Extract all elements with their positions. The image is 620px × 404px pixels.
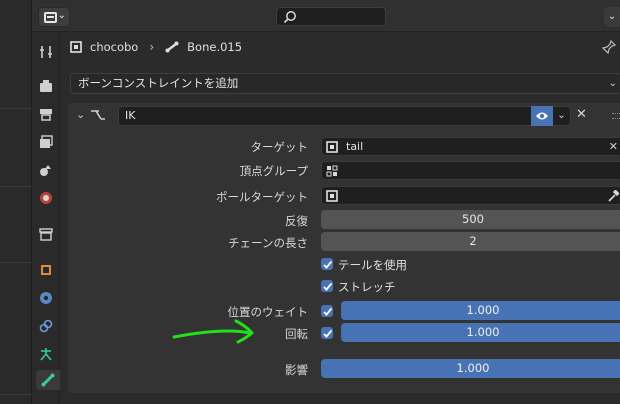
object-icon	[326, 190, 338, 202]
checkmark-icon	[322, 282, 332, 291]
constraint-name-text: IK	[125, 109, 136, 122]
armature-figure-icon	[40, 348, 52, 361]
add-bone-constraint-label: ボーンコンストレイントを追加	[78, 76, 239, 90]
ik-constraint-icon	[91, 110, 105, 120]
image-stack-icon	[40, 135, 53, 148]
render-tab[interactable]	[36, 76, 56, 96]
constraint-header: ⌄ IK ⌄ ✕	[68, 103, 620, 129]
globe-icon	[40, 192, 52, 204]
eyedropper-icon[interactable]	[607, 190, 619, 202]
checkmark-icon	[322, 329, 332, 338]
armature-tab[interactable]	[36, 344, 56, 364]
influence-label: 影響	[285, 363, 308, 377]
grid-line	[0, 262, 32, 263]
search-input[interactable]	[276, 7, 386, 26]
stretch-checkbox[interactable]	[321, 280, 333, 292]
pole-target-field[interactable]	[321, 186, 620, 205]
wrench-screwdriver-icon	[40, 46, 52, 58]
iterations-label: 反復	[285, 214, 308, 228]
object-square-icon	[41, 265, 51, 275]
chain-length-field[interactable]: 2	[321, 232, 620, 251]
object-tab[interactable]	[36, 260, 56, 280]
iterations-field[interactable]: 500	[321, 210, 620, 229]
use-tail-label: テールを使用	[338, 258, 407, 272]
constraint-menu-button[interactable]: ⌄	[553, 106, 571, 126]
chain-length-label: チェーンの長さ	[228, 236, 308, 250]
scene-tab[interactable]	[36, 160, 56, 180]
scene-icon	[40, 165, 51, 176]
properties-editor-icon	[44, 12, 57, 23]
rotation-label: 回転	[285, 327, 308, 341]
target-value: tail	[346, 140, 364, 153]
target-field[interactable]: tail ✕	[321, 137, 620, 156]
grid-line	[0, 394, 32, 395]
bone-icon	[165, 41, 179, 53]
constraint-name-field[interactable]: IK	[118, 106, 532, 126]
collection-tab[interactable]	[36, 224, 56, 244]
pin-icon[interactable]	[602, 40, 616, 54]
breadcrumb-object: chocobo	[90, 40, 139, 54]
pole-target-label: ポールターゲット	[216, 190, 308, 204]
position-weight-checkbox[interactable]	[321, 305, 333, 317]
bone-constraints-tab[interactable]	[36, 370, 60, 390]
properties-editor: ⌄ ⌄ chocobo › Bone.015 ボーンコンストレイントを追加 ⌄ …	[32, 0, 620, 404]
use-tail-checkbox[interactable]	[321, 258, 333, 270]
physics-icon	[40, 292, 52, 304]
collapse-toggle-icon[interactable]: ⌄	[76, 108, 85, 121]
eye-shape	[536, 112, 548, 120]
modifiers-tab[interactable]	[36, 288, 56, 308]
checkmark-icon	[322, 260, 332, 269]
editor-type-button[interactable]: ⌄	[38, 7, 70, 27]
armature-object-icon	[326, 141, 338, 153]
viewport-strip	[0, 0, 32, 404]
position-weight-slider[interactable]: 1.000	[341, 301, 620, 320]
breadcrumb-separator: ›	[149, 40, 155, 54]
breadcrumb-bone: Bone.015	[187, 40, 243, 54]
stretch-label: ストレッチ	[338, 280, 396, 294]
rotation-checkbox[interactable]	[321, 327, 333, 339]
drag-handle-icon[interactable]	[612, 113, 620, 119]
add-bone-constraint-dropdown[interactable]: ボーンコンストレイントを追加 ⌄	[70, 73, 620, 94]
vertex-group-field[interactable]	[321, 161, 620, 180]
eye-icon[interactable]	[531, 106, 553, 126]
breadcrumb: chocobo › Bone.015	[70, 36, 242, 58]
chevron-down-icon: ⌄	[57, 10, 66, 21]
properties-tabs	[32, 32, 60, 404]
output-tab[interactable]	[36, 104, 56, 124]
influence-slider[interactable]: 1.000	[321, 359, 620, 378]
box-icon	[39, 228, 53, 241]
armature-object-icon	[70, 41, 82, 53]
tool-tab[interactable]	[36, 42, 56, 62]
grid-line	[0, 108, 32, 109]
vertex-group-icon	[326, 165, 338, 177]
chevron-down-icon: ⌄	[608, 78, 617, 89]
search-icon	[283, 11, 296, 24]
editor-header: ⌄ ⌄	[32, 0, 620, 32]
target-label: ターゲット	[250, 140, 309, 154]
rotation-weight-slider[interactable]: 1.000	[341, 323, 620, 342]
vertex-group-label: 頂点グループ	[239, 164, 308, 178]
ik-constraint-panel: ⌄ IK ⌄ ✕ ターゲット tail ✕ 頂点グループ ポールターゲット 反復…	[68, 103, 620, 393]
close-icon[interactable]: ✕	[576, 107, 587, 122]
view-layer-tab[interactable]	[36, 132, 56, 152]
checkmark-icon	[322, 307, 332, 316]
printer-icon	[40, 109, 52, 121]
position-weight-label: 位置のウェイト	[227, 305, 309, 319]
constraint-icon	[39, 319, 53, 333]
grid-line	[0, 186, 32, 187]
bone-icon	[41, 373, 55, 387]
header-options-button[interactable]: ⌄	[604, 7, 620, 27]
object-constraints-tab[interactable]	[36, 316, 56, 336]
clear-icon[interactable]: ✕	[609, 138, 618, 156]
camera-back-icon	[40, 80, 52, 92]
world-tab[interactable]	[36, 188, 56, 208]
